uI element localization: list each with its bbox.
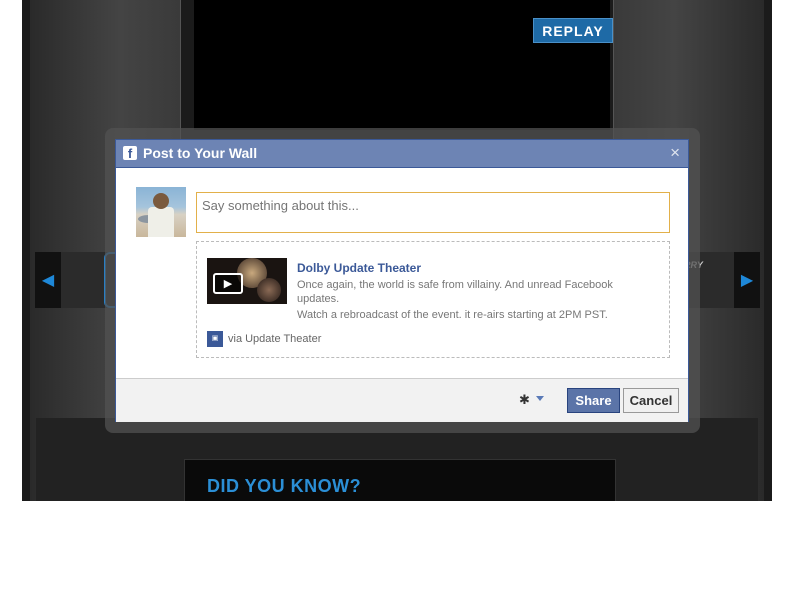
close-icon[interactable]: × [670,143,680,163]
chevron-right-icon: ▶ [740,272,754,289]
did-you-know-heading: DID YOU KNOW? [207,476,362,496]
dialog-footer: ✱ Share Cancel [116,378,688,422]
attachment-preview: ▶ Dolby Update Theater Once again, the w… [196,241,670,358]
carousel-next-button[interactable]: ▶ [734,252,760,308]
video-thumbnail[interactable]: ▶ [207,258,287,304]
gear-icon[interactable]: ✱ [519,392,530,408]
attachment-title[interactable]: Dolby Update Theater [297,261,421,275]
did-you-know-box: DID YOU KNOW? [184,459,616,501]
play-icon[interactable]: ▶ [213,273,243,294]
replay-button[interactable]: REPLAY [533,18,613,43]
share-button[interactable]: Share [567,388,620,413]
facebook-icon: f [123,146,137,160]
dialog-title: Post to Your Wall [143,145,258,161]
status-input[interactable] [196,192,670,233]
dialog-titlebar: f Post to Your Wall × [116,140,688,168]
chevron-down-icon[interactable] [536,396,544,401]
app-icon: ▣ [207,331,223,347]
post-to-wall-dialog: f Post to Your Wall × ▶ Dolby Update The… [115,139,689,422]
chevron-left-icon: ◀ [41,272,55,289]
attachment-description: Watch a rebroadcast of the event. it re-… [297,309,608,321]
video-player: REPLAY [194,0,613,130]
attachment-caption: Once again, the world is safe from villa… [297,279,613,305]
avatar [136,187,186,237]
via-app-text: via Update Theater [228,333,322,345]
cancel-button[interactable]: Cancel [623,388,679,413]
carousel-prev-button[interactable]: ◀ [35,252,61,308]
